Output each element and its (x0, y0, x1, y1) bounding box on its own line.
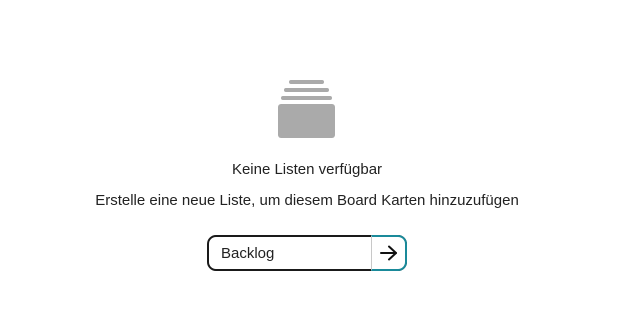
arrow-right-icon (379, 245, 397, 261)
empty-state: Keine Listen verfügbar Erstelle eine neu… (0, 0, 631, 315)
empty-state-title: Keine Listen verfügbar (231, 161, 383, 178)
new-list-form (207, 235, 407, 271)
card-stack-icon (278, 80, 335, 138)
empty-state-subtitle: Erstelle eine neue Liste, um diesem Boar… (95, 192, 519, 209)
create-list-button[interactable] (371, 235, 407, 271)
